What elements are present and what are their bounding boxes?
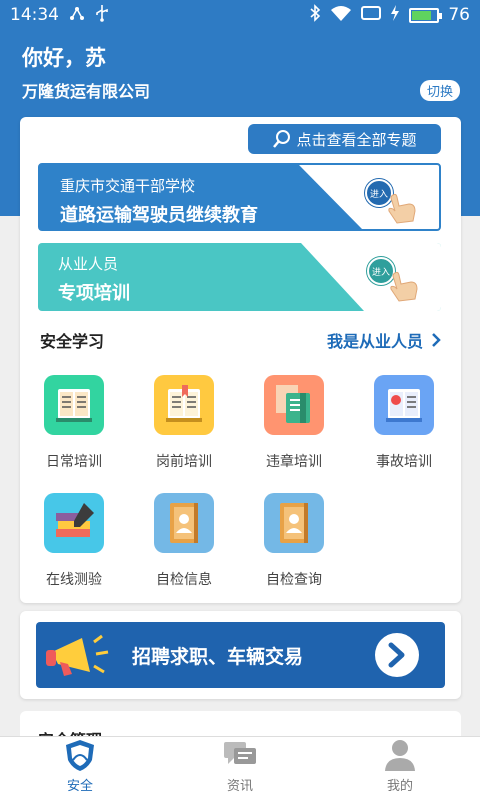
main-card: 点击查看全部专题 重庆市交通干部学校 道路运输驾驶员继续教育 进入 从业人员 专… bbox=[20, 117, 461, 603]
company-name: 万隆货运有限公司 bbox=[22, 82, 151, 101]
view-all-topics-button[interactable]: 点击查看全部专题 bbox=[248, 124, 441, 154]
user-icon bbox=[385, 740, 415, 771]
special-training-banner[interactable]: 从业人员 专项培训 进入 bbox=[38, 243, 441, 311]
practitioner-link[interactable]: 我是从业人员 bbox=[327, 328, 441, 352]
profile-search-icon bbox=[264, 493, 324, 553]
bottom-tabbar: 安全 资讯 我的 bbox=[0, 736, 480, 800]
chevron-right-icon bbox=[388, 642, 405, 668]
recruit-banner[interactable]: 招聘求职、车辆交易 bbox=[36, 622, 445, 688]
megaphone-icon bbox=[46, 634, 109, 676]
chevron-right-icon bbox=[432, 333, 441, 347]
tab-news[interactable]: 资讯 bbox=[160, 737, 320, 800]
hand-pointer-icon bbox=[388, 193, 416, 224]
view-all-topics-label: 点击查看全部专题 bbox=[296, 130, 417, 149]
wifi-icon bbox=[330, 5, 352, 26]
books-pen-icon bbox=[44, 493, 104, 553]
tab-label: 安全 bbox=[66, 779, 93, 794]
violation-book-icon bbox=[264, 375, 324, 435]
grid-label: 自检查询 bbox=[266, 572, 322, 588]
violation-training-item[interactable]: 违章培训 bbox=[249, 375, 339, 471]
self-check-query-item[interactable]: 自检查询 bbox=[249, 493, 339, 589]
switch-button[interactable]: 切换 bbox=[419, 80, 460, 101]
usb-icon bbox=[95, 4, 109, 27]
battery-icon bbox=[409, 7, 443, 23]
self-check-info-item[interactable]: 自检信息 bbox=[139, 493, 229, 589]
chat-icon bbox=[224, 742, 256, 764]
grid-label: 违章培训 bbox=[266, 454, 322, 470]
grid-label: 岗前培训 bbox=[156, 454, 212, 470]
practitioner-link-label: 我是从业人员 bbox=[326, 332, 423, 351]
recruit-arrow-button[interactable] bbox=[375, 633, 419, 677]
status-bar: 14:34 76 bbox=[0, 0, 480, 30]
profile-book-icon bbox=[154, 493, 214, 553]
safety-study-title: 安全学习 bbox=[40, 332, 105, 351]
tab-label: 我的 bbox=[386, 779, 413, 794]
tab-safety[interactable]: 安全 bbox=[0, 737, 160, 800]
banner-subtitle: 重庆市交通干部学校 bbox=[60, 177, 196, 195]
online-test-item[interactable]: 在线测验 bbox=[29, 493, 119, 589]
accident-training-item[interactable]: 事故培训 bbox=[359, 375, 449, 471]
battery-fill bbox=[412, 10, 431, 20]
charging-icon bbox=[390, 4, 400, 26]
grid-label: 日常培训 bbox=[46, 454, 102, 470]
open-book-icon bbox=[154, 375, 214, 435]
shield-icon bbox=[66, 740, 94, 771]
greeting: 你好，苏 bbox=[22, 46, 106, 70]
grid-label: 自检信息 bbox=[156, 572, 212, 588]
accident-book-icon bbox=[374, 375, 434, 435]
banner-title: 道路运输驾驶员继续教育 bbox=[60, 205, 258, 226]
status-time: 14:34 bbox=[10, 5, 59, 25]
grid-label: 事故培训 bbox=[376, 454, 432, 470]
tab-label: 资讯 bbox=[226, 779, 253, 794]
share-icon bbox=[69, 5, 85, 26]
screen-icon bbox=[361, 5, 382, 26]
grid-label: 在线测验 bbox=[46, 572, 102, 588]
daily-training-item[interactable]: 日常培训 bbox=[29, 375, 119, 471]
battery-level: 76 bbox=[448, 5, 470, 25]
pre-job-training-item[interactable]: 岗前培训 bbox=[139, 375, 229, 471]
banner-title: 专项培训 bbox=[58, 283, 130, 304]
hand-pointer-icon bbox=[390, 271, 418, 302]
recruit-label: 招聘求职、车辆交易 bbox=[132, 646, 304, 668]
banner-subtitle: 从业人员 bbox=[58, 255, 119, 273]
book-icon bbox=[44, 375, 104, 435]
tab-mine[interactable]: 我的 bbox=[320, 737, 480, 800]
recruit-card: 招聘求职、车辆交易 bbox=[20, 611, 461, 699]
bluetooth-icon bbox=[309, 3, 321, 27]
search-icon bbox=[273, 130, 291, 148]
continuing-education-banner[interactable]: 重庆市交通干部学校 道路运输驾驶员继续教育 进入 bbox=[38, 163, 441, 231]
